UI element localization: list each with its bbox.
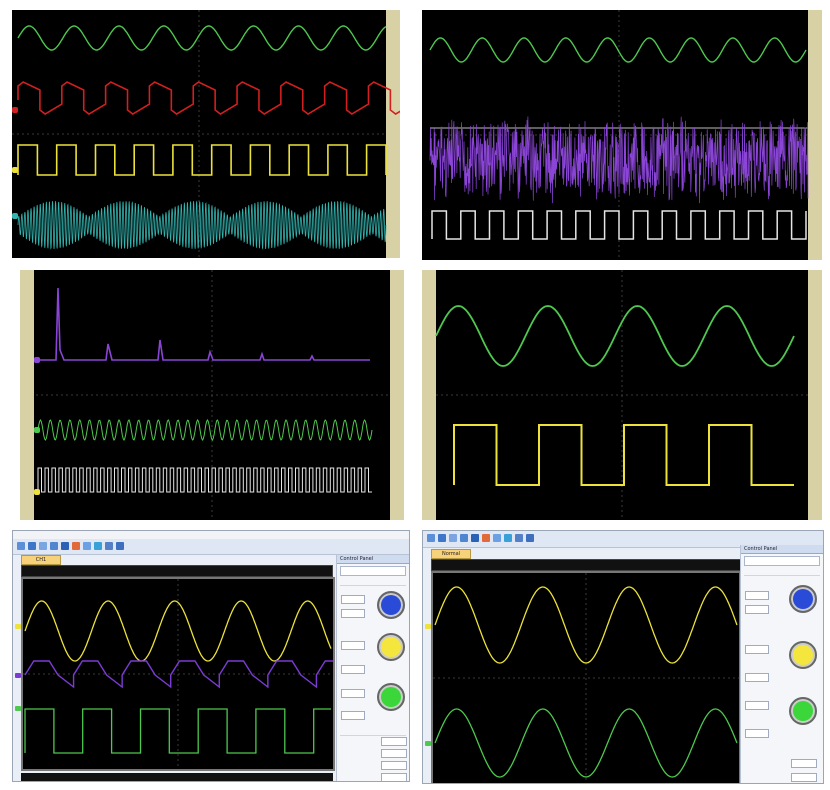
measure-icon[interactable] — [72, 542, 80, 550]
single-icon[interactable] — [116, 542, 124, 550]
channel-2-marker — [34, 489, 40, 495]
channel-2-marker — [12, 107, 18, 113]
scope-header-bar — [21, 565, 333, 577]
timebase-knob[interactable] — [789, 585, 817, 613]
play-icon[interactable] — [94, 542, 102, 550]
channel-1-sine-trace — [435, 305, 795, 367]
trigger-mode-field[interactable] — [381, 737, 407, 746]
measure-icon[interactable] — [482, 534, 490, 542]
trigger-source-field[interactable] — [381, 761, 407, 770]
ch2-volts-knob[interactable] — [377, 683, 405, 711]
channel-2-marker[interactable] — [15, 673, 21, 678]
fft-spectrum-trace — [36, 287, 370, 361]
print-icon[interactable] — [50, 542, 58, 550]
ch1-volts-field[interactable] — [745, 645, 769, 654]
timebase-knob[interactable] — [377, 591, 405, 619]
channel-2-square-trace — [37, 467, 372, 493]
ch2-volts-field[interactable] — [745, 701, 769, 710]
channel-3-marker — [12, 167, 18, 173]
channel-tab[interactable]: CH1 — [21, 555, 61, 565]
control-panel-title: Control Panel — [741, 545, 823, 554]
channel-1-sine-trace — [37, 419, 373, 441]
scope-display — [431, 571, 741, 783]
status-bar — [21, 773, 333, 781]
channel-4-modulated-trace — [17, 200, 387, 250]
control-panel: Control Panel — [740, 545, 823, 783]
control-select[interactable] — [744, 556, 820, 566]
mode-tab[interactable]: Normal — [431, 549, 471, 559]
horizontal-section — [744, 568, 820, 576]
two-channel-scope-panel — [422, 270, 822, 520]
stop-icon[interactable] — [105, 542, 113, 550]
format-field[interactable] — [745, 605, 769, 614]
timebase-field[interactable] — [745, 591, 769, 600]
ch2-volts-knob[interactable] — [789, 697, 817, 725]
ch1-coupling-field[interactable] — [341, 665, 365, 674]
ch1-volts-knob[interactable] — [377, 633, 405, 661]
channel-3-square-trace — [17, 144, 387, 176]
cursor-icon[interactable] — [471, 534, 479, 542]
channel-1-sine-trace — [429, 37, 807, 63]
ch1-volts-field[interactable] — [341, 641, 365, 650]
channel-3-marker[interactable] — [15, 706, 21, 711]
ch2-volts-field[interactable] — [341, 689, 365, 698]
four-channel-waveforms — [12, 10, 400, 258]
control-panel: Control Panel — [336, 555, 409, 781]
trigger-section — [340, 728, 406, 736]
channel-2-noise-trace — [429, 116, 809, 204]
trigger-sweep-field[interactable] — [791, 773, 817, 782]
menu-bar — [13, 531, 409, 539]
zoom-icon[interactable] — [493, 534, 501, 542]
fft-waveforms — [34, 270, 388, 520]
horizontal-section — [340, 578, 406, 586]
two-channel-waveforms — [435, 270, 808, 520]
ch2-coupling-field[interactable] — [745, 729, 769, 738]
ch2-coupling-field[interactable] — [341, 711, 365, 720]
play-icon[interactable] — [504, 534, 512, 542]
channel-4-marker — [12, 213, 18, 219]
channel-1-marker[interactable] — [15, 624, 21, 629]
save-icon[interactable] — [39, 542, 47, 550]
scope-display — [21, 577, 366, 771]
new-icon[interactable] — [427, 534, 435, 542]
noise-scope-panel — [422, 10, 822, 260]
format-field[interactable] — [341, 609, 365, 618]
new-icon[interactable] — [17, 542, 25, 550]
ch1-coupling-field[interactable] — [745, 673, 769, 682]
single-icon[interactable] — [526, 534, 534, 542]
fft-scope-panel — [20, 270, 404, 520]
four-channel-scope-panel — [12, 10, 400, 258]
open-icon[interactable] — [438, 534, 446, 542]
scope-waveforms — [23, 579, 366, 769]
noise-waveforms — [429, 10, 809, 260]
channel-1-marker[interactable] — [425, 624, 431, 629]
fft-marker — [34, 357, 40, 363]
control-panel-title: Control Panel — [337, 555, 409, 564]
channel-1-marker — [34, 427, 40, 433]
scope-header-bar — [431, 559, 747, 571]
toolbar — [13, 539, 409, 555]
open-icon[interactable] — [28, 542, 36, 550]
ch1-volts-knob[interactable] — [789, 641, 817, 669]
timebase-field[interactable] — [341, 595, 365, 604]
channel-2-square-trace — [453, 424, 794, 486]
trigger-sweep-field[interactable] — [381, 749, 407, 758]
channel-3-square-trace — [431, 210, 807, 240]
zoom-icon[interactable] — [83, 542, 91, 550]
save-icon[interactable] — [449, 534, 457, 542]
control-select[interactable] — [340, 566, 406, 576]
cursor-icon[interactable] — [61, 542, 69, 550]
channel-2-marker[interactable] — [425, 741, 431, 746]
channel-2-distorted-trace — [17, 81, 400, 115]
trigger-mode2-field[interactable] — [381, 773, 407, 781]
oscilloscope-software-window-right: Normal Control Panel — [422, 530, 824, 784]
stop-icon[interactable] — [515, 534, 523, 542]
channel-1-sine-trace — [17, 25, 387, 51]
scope-waveforms — [433, 573, 739, 783]
print-icon[interactable] — [460, 534, 468, 542]
trigger-mode-field[interactable] — [791, 759, 817, 768]
oscilloscope-software-window-left: CH1 Control Panel — [12, 530, 410, 782]
